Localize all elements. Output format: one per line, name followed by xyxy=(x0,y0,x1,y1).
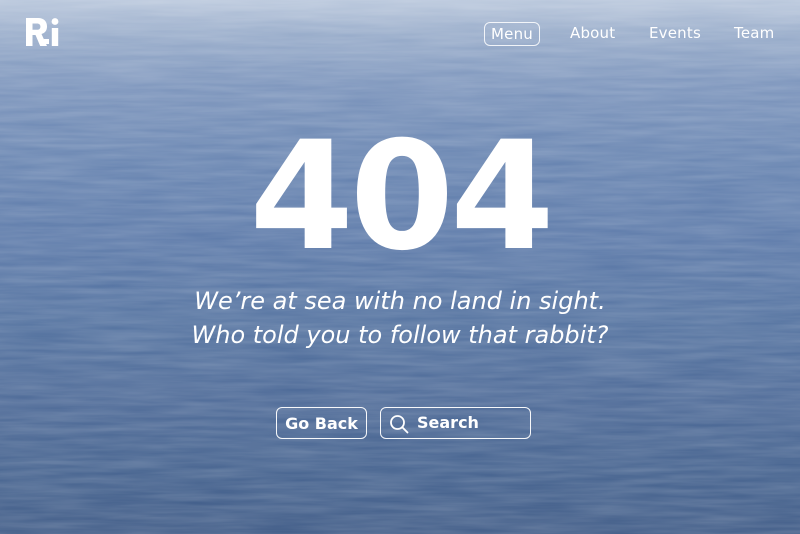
search-button[interactable]: Search xyxy=(380,407,531,439)
search-icon xyxy=(390,415,409,434)
nav-item-team[interactable]: Team xyxy=(734,22,774,44)
error-message-line-1: We’re at sea with no land in sight. xyxy=(194,287,606,315)
main-nav: Menu About Events Team xyxy=(484,22,784,46)
brand-logo[interactable] xyxy=(24,16,60,48)
error-message-line-2: Who told you to follow that rabbit? xyxy=(191,321,609,349)
search-label: Search xyxy=(417,413,479,432)
nav-item-menu[interactable]: Menu xyxy=(484,22,540,46)
go-back-button[interactable]: Go Back xyxy=(276,407,367,439)
nav-item-events[interactable]: Events xyxy=(649,22,701,44)
error-code: 404 xyxy=(249,110,554,284)
nav-item-about[interactable]: About xyxy=(570,22,615,44)
error-message: We’re at sea with no land in sight. Who … xyxy=(0,284,800,352)
